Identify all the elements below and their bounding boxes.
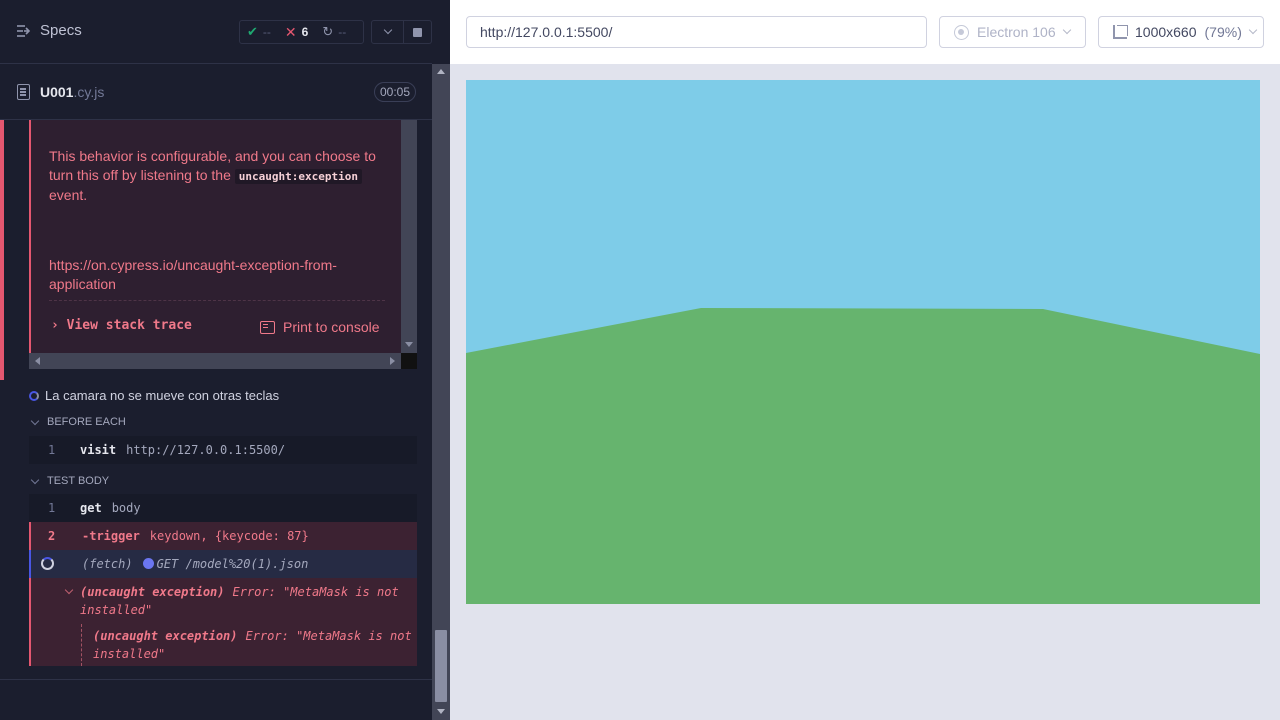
failed-count: 6: [301, 25, 309, 39]
scroll-down-arrow-icon[interactable]: [405, 342, 413, 347]
command-name: -trigger: [82, 529, 140, 543]
spec-filename[interactable]: U001.cy.js: [40, 84, 104, 100]
error-text: This behavior is configurable, and you c…: [49, 147, 389, 205]
chevron-down-icon: [30, 416, 40, 425]
print-to-console-button[interactable]: Print to console: [260, 319, 380, 335]
uncaught-exception-group[interactable]: (uncaught exception) Error: "MetaMask is …: [29, 578, 417, 666]
specs-toggle[interactable]: Specs: [16, 22, 82, 39]
loading-spinner-icon: [41, 557, 54, 570]
error-code: uncaught:exception: [234, 168, 362, 184]
divider: [0, 679, 432, 680]
reporter-toolbar: Specs ✔ -- ✕ 6 ↻ --: [0, 0, 432, 64]
stop-icon: [413, 27, 422, 37]
command-log-scrollbar[interactable]: [432, 64, 450, 720]
spec-ext: .cy.js: [73, 84, 105, 100]
chevron-down-icon: [1062, 25, 1071, 35]
scroll-down-arrow-icon[interactable]: [437, 709, 445, 714]
print-label: Print to console: [283, 319, 380, 335]
error-message-box: This behavior is configurable, and you c…: [29, 120, 401, 353]
auto-scroll-toggle[interactable]: [371, 20, 404, 44]
specs-label: Specs: [40, 22, 82, 39]
command-message: body: [111, 501, 141, 515]
test-stats: ✔ -- ✕ 6 ↻ --: [239, 20, 364, 44]
failed-stat: ✕ 6: [278, 21, 315, 43]
chevron-down-icon[interactable]: [64, 585, 74, 595]
file-icon: [17, 84, 30, 100]
view-stack-trace-button[interactable]: › View stack trace: [51, 318, 192, 333]
chevron-down-icon: [30, 475, 40, 484]
exception-row[interactable]: (uncaught exception) Error: "MetaMask is …: [93, 628, 415, 663]
test-body-hook[interactable]: TEST BODY: [30, 475, 110, 487]
divider: [49, 300, 385, 301]
fetch-url: GET /model%20(1).json: [156, 557, 309, 571]
exception-row[interactable]: (uncaught exception) Error: "MetaMask is …: [80, 584, 414, 619]
stop-button[interactable]: [404, 20, 432, 44]
running-indicator-icon: [29, 390, 39, 401]
command-log-panel: Specs ✔ -- ✕ 6 ↻ -- U001.cy.js 00:05 Thi…: [0, 0, 450, 720]
scrollbar-corner: [401, 353, 417, 369]
aut-header: http://127.0.0.1:5500/ Electron 106 1000…: [450, 0, 1280, 64]
scrollbar-thumb[interactable]: [435, 630, 447, 702]
electron-icon: [954, 24, 969, 40]
check-icon: ✔: [247, 24, 258, 39]
scroll-left-arrow-icon[interactable]: [35, 357, 40, 365]
hook-label: BEFORE EACH: [47, 416, 126, 428]
hook-label: TEST BODY: [47, 475, 110, 487]
test-title[interactable]: La camara no se mueve con otras teclas: [29, 388, 279, 403]
chevron-down-icon: [1248, 25, 1258, 35]
passed-count: --: [262, 25, 271, 39]
browser-dropdown[interactable]: Electron 106: [939, 16, 1086, 48]
command-name: (fetch): [82, 557, 133, 571]
command-number: 2: [48, 529, 56, 543]
spec-duration: 00:05: [374, 82, 417, 102]
viewport-scale: (79%): [1204, 24, 1242, 40]
spinner-icon: ↻: [322, 24, 334, 39]
url-bar[interactable]: http://127.0.0.1:5500/: [466, 16, 927, 48]
browser-label: Electron 106: [977, 24, 1056, 40]
scroll-right-arrow-icon[interactable]: [390, 357, 395, 365]
terminal-icon: [260, 320, 275, 334]
command-message: http://127.0.0.1:5500/: [126, 443, 286, 457]
chevron-right-icon: ›: [51, 318, 59, 333]
exception-type: (uncaught exception): [80, 585, 225, 599]
spec-name: U001: [40, 84, 74, 100]
exception-type: (uncaught exception): [93, 629, 238, 643]
before-each-hook[interactable]: BEFORE EACH: [30, 416, 126, 428]
command-row-fetch[interactable]: (fetch) GET /model%20(1).json: [29, 550, 417, 578]
command-message: GET /model%20(1).json: [142, 557, 309, 571]
menu-arrow-icon: [17, 24, 31, 37]
error-area: This behavior is configurable, and you c…: [0, 120, 432, 380]
command-number: 1: [48, 443, 56, 457]
app-under-test-iframe[interactable]: [466, 80, 1260, 604]
pending-count: --: [338, 25, 347, 39]
command-row-get[interactable]: 1 get body: [29, 494, 417, 522]
ground-plane: [466, 308, 1260, 604]
pending-stat: ↻ --: [315, 21, 353, 43]
command-row-visit[interactable]: 1 visit http://127.0.0.1:5500/: [29, 436, 417, 464]
request-status-dot-icon: [142, 558, 154, 569]
error-horizontal-scrollbar[interactable]: [29, 353, 401, 369]
ruler-icon: [1113, 25, 1128, 39]
test-title-text: La camara no se mueve con otras teclas: [45, 388, 280, 403]
chevron-down-icon: [383, 25, 392, 35]
failed-test-indicator: [0, 120, 4, 380]
docs-link[interactable]: https://on.cypress.io/uncaught-exception…: [49, 256, 379, 293]
command-name: visit: [80, 443, 117, 457]
view-stack-label: View stack trace: [66, 318, 192, 333]
scroll-up-arrow-icon[interactable]: [437, 69, 445, 74]
viewport-size: 1000x660: [1135, 24, 1197, 40]
error-vertical-scrollbar[interactable]: [401, 120, 417, 353]
x-icon: ✕: [284, 23, 297, 40]
spec-header: U001.cy.js 00:05: [0, 65, 432, 120]
viewport-dropdown[interactable]: 1000x660 (79%): [1098, 16, 1264, 48]
nesting-line: [81, 624, 82, 666]
passed-stat: ✔ --: [240, 21, 278, 43]
command-row-trigger[interactable]: 2 -trigger keydown, {keycode: 87}: [29, 522, 417, 550]
command-message: keydown, {keycode: 87}: [149, 529, 309, 543]
error-text-after: event.: [49, 187, 88, 203]
3d-scene-canvas[interactable]: [466, 80, 1260, 604]
command-name: get: [80, 501, 102, 515]
command-number: 1: [48, 501, 56, 515]
